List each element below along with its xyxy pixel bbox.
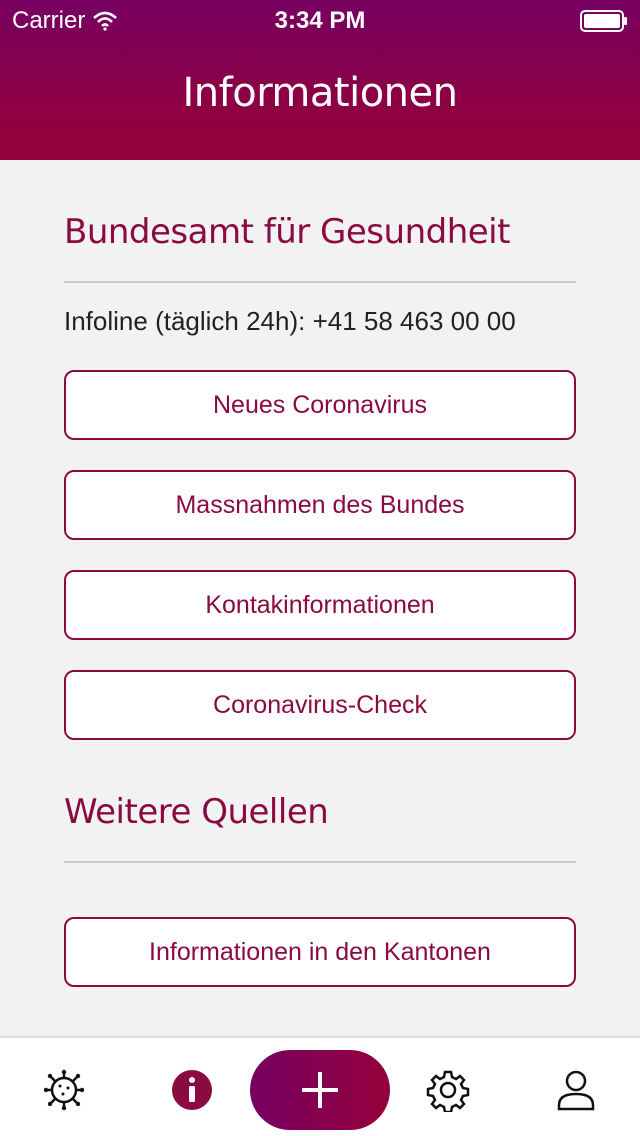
tab-bar <box>0 1036 640 1136</box>
section-heading-more: Weitere Quellen <box>64 792 329 832</box>
person-icon <box>557 1070 595 1111</box>
add-button[interactable] <box>250 1050 390 1130</box>
section-divider <box>64 281 576 283</box>
button-massnahmen-des-bundes[interactable]: Massnahmen des Bundes <box>64 470 576 540</box>
virus-icon <box>43 1069 85 1111</box>
button-kontakinformationen[interactable]: Kontakinformationen <box>64 570 576 640</box>
tab-profile[interactable] <box>554 1068 598 1112</box>
button-neues-coronavirus[interactable]: Neues Coronavirus <box>64 370 576 440</box>
info-icon <box>172 1070 212 1110</box>
battery-icon <box>580 10 627 32</box>
plus-icon <box>302 1072 338 1108</box>
tab-info[interactable] <box>170 1068 214 1112</box>
section-heading-bag: Bundesamt für Gesundheit <box>64 212 510 252</box>
header-bar: Carrier 3:34 PM Informationen <box>0 0 640 160</box>
status-time: 3:34 PM <box>274 7 366 34</box>
button-informationen-kantone[interactable]: Informationen in den Kantonen <box>64 917 576 987</box>
infoline-text: Infoline (täglich 24h): +41 58 463 00 00 <box>64 306 516 336</box>
status-bar: Carrier 3:34 PM <box>0 0 640 40</box>
tab-settings[interactable] <box>426 1068 470 1114</box>
section-divider <box>64 861 576 863</box>
gear-icon <box>426 1070 470 1114</box>
tab-virus[interactable] <box>42 1068 86 1112</box>
page-title: Informationen <box>182 70 458 116</box>
button-coronavirus-check[interactable]: Coronavirus-Check <box>64 670 576 740</box>
